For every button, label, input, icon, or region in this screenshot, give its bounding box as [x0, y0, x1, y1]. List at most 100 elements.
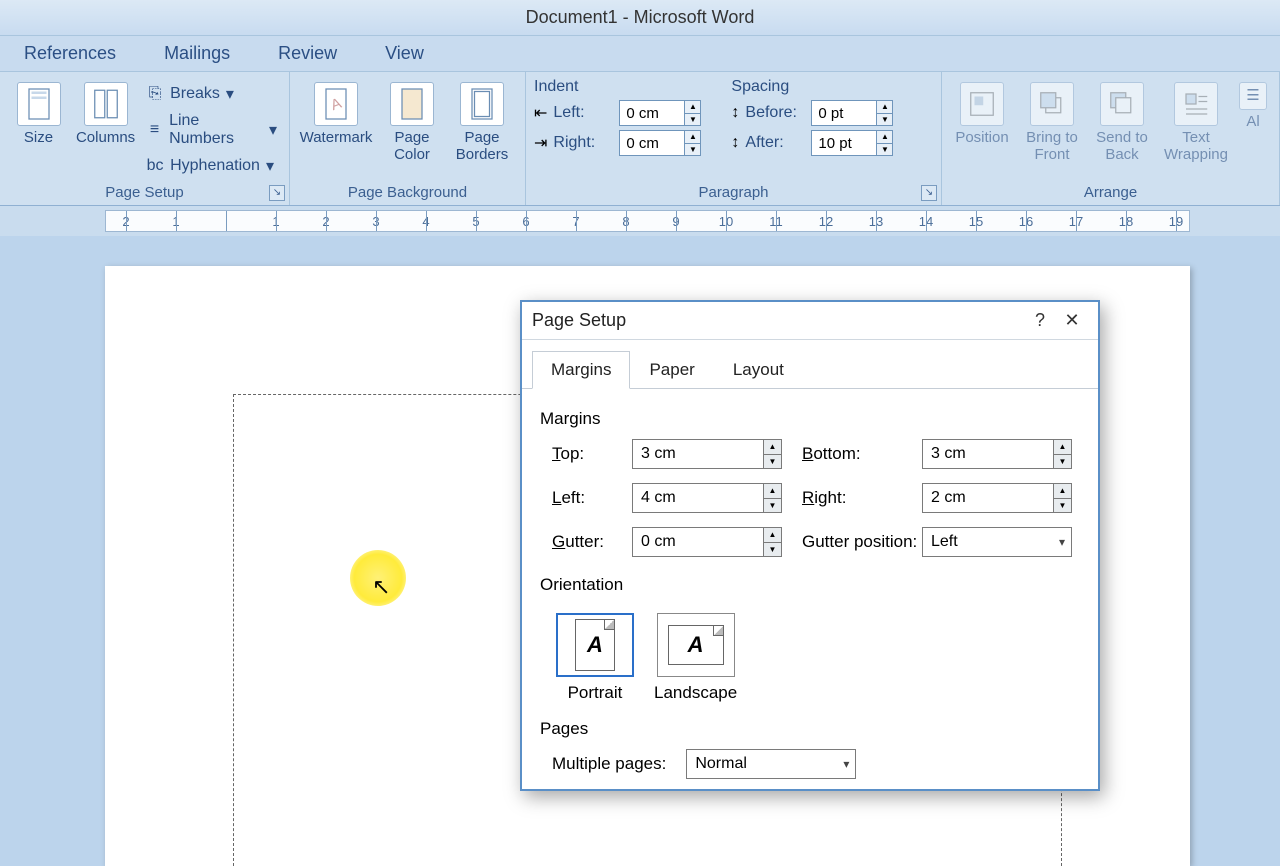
breaks-button[interactable]: ⎘Breaks ▾	[142, 82, 281, 106]
dialog-title-text: Page Setup	[532, 310, 626, 331]
spin-down-icon[interactable]: ▼	[684, 114, 700, 126]
ribbon-tabs: References Mailings Review View	[0, 36, 1280, 72]
help-icon: ?	[1035, 310, 1045, 331]
spin-down-icon[interactable]: ▼	[763, 455, 781, 469]
margin-bottom-input[interactable]: 3 cm▲▼	[922, 439, 1072, 469]
page-setup-dialog: Page Setup ? ✕ Margins Paper Layout Marg…	[520, 300, 1100, 791]
top-label: Top:	[552, 444, 632, 464]
spin-up-icon[interactable]: ▲	[1053, 484, 1071, 499]
landscape-icon: A	[668, 625, 724, 665]
help-button[interactable]: ?	[1024, 307, 1056, 335]
spacing-after-input[interactable]: 10 pt▲▼	[811, 130, 893, 156]
tab-paper[interactable]: Paper	[630, 351, 713, 389]
text-wrap-icon	[1174, 82, 1218, 126]
page-color-button[interactable]: Page Color	[380, 78, 444, 163]
group-paragraph: Indent ⇤ Left: 0 cm▲▼ ⇥ Right: 0 cm▲▼ Sp…	[526, 72, 942, 205]
size-icon	[17, 82, 61, 126]
bottom-label: Bottom:	[782, 444, 922, 464]
text-wrapping-button[interactable]: Text Wrapping	[1160, 78, 1232, 163]
spacing-heading: Spacing	[731, 78, 893, 96]
chevron-down-icon: ▾	[266, 156, 274, 176]
indent-right-icon: ⇥	[534, 133, 547, 153]
chevron-down-icon: ▾	[269, 120, 277, 140]
spin-down-icon[interactable]: ▼	[763, 499, 781, 513]
gutter-input[interactable]: 0 cm▲▼	[632, 527, 782, 557]
left-label: Left:	[552, 488, 632, 508]
spin-up-icon[interactable]: ▲	[876, 131, 892, 144]
spacing-before-label: Before:	[745, 104, 805, 122]
tab-references[interactable]: References	[20, 37, 120, 70]
margin-left-input[interactable]: 4 cm▲▼	[632, 483, 782, 513]
spacing-before-input[interactable]: 0 pt▲▼	[811, 100, 893, 126]
spin-up-icon[interactable]: ▲	[763, 484, 781, 499]
breaks-icon: ⎘	[146, 85, 164, 103]
spin-down-icon[interactable]: ▼	[763, 543, 781, 557]
page-borders-icon	[460, 82, 504, 126]
gutter-position-label: Gutter position:	[782, 532, 922, 552]
bring-front-icon	[1030, 82, 1074, 126]
ruler-area: 2112345678910111213141516171819	[0, 206, 1280, 236]
align-icon: ☰	[1239, 82, 1267, 110]
tab-mailings[interactable]: Mailings	[160, 37, 234, 70]
indent-right-label: Right:	[553, 134, 613, 152]
spin-down-icon[interactable]: ▼	[1053, 499, 1071, 513]
spin-down-icon[interactable]: ▼	[684, 144, 700, 156]
bring-front-button[interactable]: Bring to Front	[1020, 78, 1084, 163]
line-numbers-button[interactable]: ≡Line Numbers ▾	[142, 110, 281, 150]
spin-up-icon[interactable]: ▲	[763, 440, 781, 455]
tab-review[interactable]: Review	[274, 37, 341, 70]
margin-top-input[interactable]: 3 cm▲▼	[632, 439, 782, 469]
group-label: Page Background	[290, 184, 525, 201]
line-numbers-icon: ≡	[146, 121, 163, 139]
group-arrange: Position Bring to Front Send to Back Tex…	[942, 72, 1280, 205]
tab-margins[interactable]: Margins	[532, 351, 630, 389]
align-button[interactable]: ☰Al	[1238, 78, 1268, 131]
spin-down-icon[interactable]: ▼	[1053, 455, 1071, 469]
spin-up-icon[interactable]: ▲	[684, 101, 700, 114]
columns-button[interactable]: Columns	[75, 78, 136, 147]
indent-left-icon: ⇤	[534, 103, 547, 123]
indent-heading: Indent	[534, 78, 701, 96]
size-button[interactable]: Size	[8, 78, 69, 147]
watermark-button[interactable]: A Watermark	[298, 78, 374, 147]
close-button[interactable]: ✕	[1056, 307, 1088, 335]
spacing-before-icon: ↕	[731, 104, 739, 122]
spin-down-icon[interactable]: ▼	[876, 114, 892, 126]
group-label: Page Setup	[0, 184, 289, 201]
watermark-icon: A	[314, 82, 358, 126]
group-page-background: A Watermark Page Color Page Borders Page…	[290, 72, 526, 205]
orientation-landscape[interactable]: A Landscape	[654, 613, 737, 703]
margin-right-input[interactable]: 2 cm▲▼	[922, 483, 1072, 513]
indent-right-input[interactable]: 0 cm▲▼	[619, 130, 701, 156]
tab-view[interactable]: View	[381, 37, 428, 70]
indent-left-input[interactable]: 0 cm▲▼	[619, 100, 701, 126]
spin-up-icon[interactable]: ▲	[684, 131, 700, 144]
spin-down-icon[interactable]: ▼	[876, 144, 892, 156]
spacing-after-label: After:	[745, 134, 805, 152]
columns-icon	[84, 82, 128, 126]
hyphenation-button[interactable]: bcHyphenation ▾	[142, 154, 281, 178]
spacing-after-icon: ↕	[731, 134, 739, 152]
gutter-label: Gutter:	[552, 532, 632, 552]
spin-up-icon[interactable]: ▲	[763, 528, 781, 543]
position-icon	[960, 82, 1004, 126]
multiple-pages-label: Multiple pages:	[552, 754, 666, 774]
paragraph-launcher[interactable]: ↘	[921, 185, 937, 201]
multiple-pages-select[interactable]: Normal	[686, 749, 856, 779]
page-setup-launcher[interactable]: ↘	[269, 185, 285, 201]
tab-layout[interactable]: Layout	[714, 351, 803, 389]
position-button[interactable]: Position	[950, 78, 1014, 147]
window-title: Document1 - Microsoft Word	[526, 7, 755, 28]
dialog-titlebar[interactable]: Page Setup ? ✕	[522, 302, 1098, 340]
page-color-icon	[390, 82, 434, 126]
group-label: Paragraph	[526, 184, 941, 201]
spin-up-icon[interactable]: ▲	[876, 101, 892, 114]
page-borders-button[interactable]: Page Borders	[450, 78, 514, 163]
orientation-section-label: Orientation	[540, 575, 1080, 595]
orientation-portrait[interactable]: A Portrait	[556, 613, 634, 703]
spin-up-icon[interactable]: ▲	[1053, 440, 1071, 455]
hyphenation-icon: bc	[146, 157, 164, 175]
send-back-button[interactable]: Send to Back	[1090, 78, 1154, 163]
horizontal-ruler[interactable]: 2112345678910111213141516171819	[105, 210, 1190, 232]
gutter-position-select[interactable]: Left	[922, 527, 1072, 557]
